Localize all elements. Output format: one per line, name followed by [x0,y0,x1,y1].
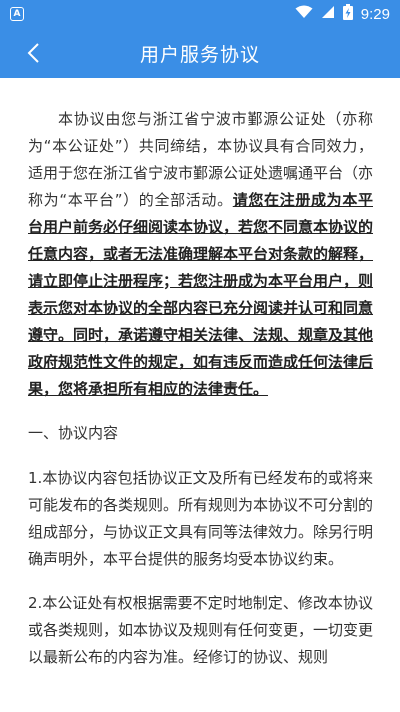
clause-item-1: 1.本协议内容包括协议正文及所有已经发布的或将来可能发布的各类规则。所有规则为本… [28,469,374,568]
signal-icon [321,5,335,23]
section-heading: 一、协议内容 [28,424,119,442]
clause-item-2: 2.本公证处有权根据需要不定时地制定、修改本协议或各类规则，如本协议及规则有任何… [28,594,374,666]
chevron-left-icon [27,43,39,63]
back-button[interactable] [18,38,48,68]
intro-paragraph: 本协议由您与浙江省宁波市鄞源公证处（亦称为“本公证处”）共同缔结，本协议具有合同… [28,106,373,403]
status-time: 9:29 [360,5,390,23]
page-title: 用户服务协议 [139,43,260,66]
status-right: 9:29 [295,4,390,24]
wifi-icon [295,5,313,23]
status-bar: A 9:29 [0,0,400,28]
agreement-content[interactable]: 本协议由您与浙江省宁波市鄞源公证处（亦称为“本公证处”）共同缔结，本协议具有合同… [0,78,400,712]
battery-icon [342,4,353,24]
intro-emphasis-text: 请您在注册成为本平台用户前务必仔细阅读本协议，若您不同意本协议的任意内容，或者无… [28,191,374,398]
nav-bar: 用户服务协议 [0,28,400,78]
app-notification-icon: A [10,7,24,21]
status-left: A [10,7,24,21]
